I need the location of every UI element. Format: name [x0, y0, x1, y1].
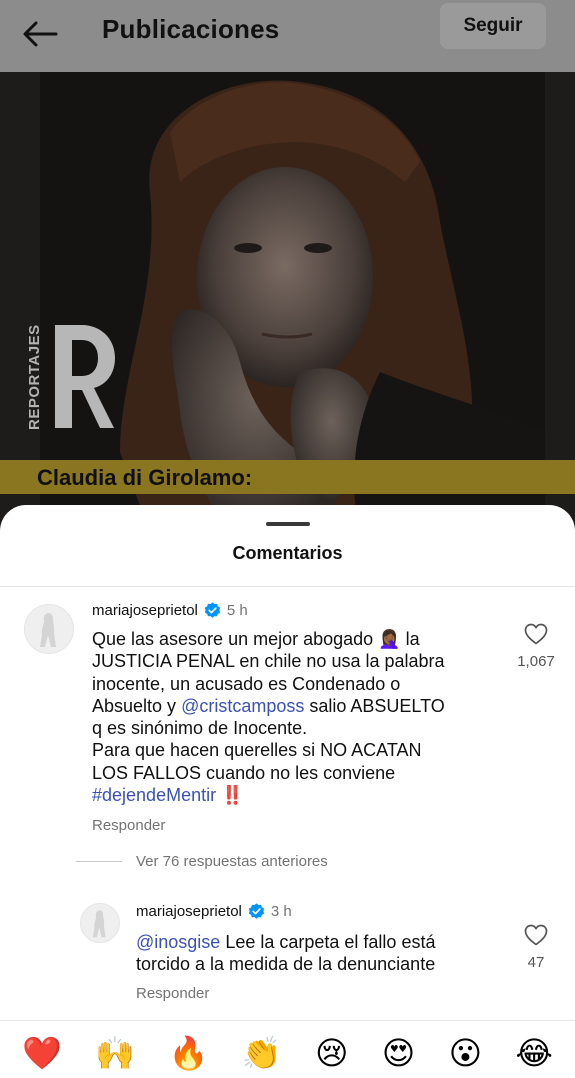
avatar[interactable] [24, 604, 74, 654]
hashtag-link[interactable]: #dejendeMentir [92, 785, 216, 805]
clapping-hands-emoji-icon[interactable]: 👏 [242, 1033, 282, 1073]
verified-badge-icon [204, 602, 221, 618]
raising-hands-emoji-icon[interactable]: 🙌 [95, 1033, 135, 1073]
divider [0, 1020, 575, 1021]
reply-button[interactable]: Responder [136, 985, 209, 1002]
avatar[interactable] [80, 903, 120, 943]
fire-emoji-icon[interactable]: 🔥 [169, 1033, 209, 1073]
comment-time: 5 h [226, 602, 248, 619]
heart-icon[interactable] [524, 623, 548, 645]
crying-face-emoji-icon[interactable]: 😢 [315, 1033, 348, 1073]
top-bar: Publicaciones Seguir [0, 0, 575, 72]
comment-time: 3 h [270, 903, 292, 920]
comment-line: q es sinónimo de Inocente. [92, 718, 308, 739]
comment-text-part: Lee la carpeta el fallo está [220, 932, 436, 952]
laughing-tears-emoji-icon[interactable]: 😂 [516, 1033, 553, 1073]
comment-text-part: Absuelto y [92, 695, 182, 716]
comment-line: Para que hacen querelles si NO ACATAN [92, 740, 422, 761]
divider-line [76, 861, 122, 862]
like-count: 1,067 [517, 653, 555, 670]
comment-line: torcido a la medida de la denunciante [136, 954, 436, 975]
divider [0, 586, 575, 587]
comment-line: inocente, un acusado es Condenado o [92, 673, 401, 694]
drag-handle[interactable] [266, 522, 310, 526]
comment-line: @inosgise Lee la carpeta el fallo está [136, 931, 506, 953]
like-count: 47 [527, 954, 545, 971]
comment-author[interactable]: mariajoseprietol 3 h [136, 903, 292, 920]
emoji-reaction-bar: ❤️ 🙌 🔥 👏 😢 😍 😮 😂 [0, 1033, 575, 1073]
comment-line: JUSTICIA PENAL en chile no usa la palabr… [92, 651, 445, 672]
comment-line: LOS FALLOS cuando no les conviene [92, 762, 396, 783]
view-replies-label: Ver 76 respuestas anteriores [136, 853, 328, 870]
heart-eyes-emoji-icon[interactable]: 😍 [382, 1033, 415, 1073]
view-replies-button[interactable]: Ver 76 respuestas anteriores [76, 853, 328, 870]
username[interactable]: mariajoseprietol [92, 602, 198, 619]
comment-body: @inosgise Lee la carpeta el fallo está t… [136, 931, 506, 976]
reply-button[interactable]: Responder [92, 817, 165, 834]
surprised-face-emoji-icon[interactable]: 😮 [449, 1033, 482, 1073]
comment-line: #dejendeMentir ‼️ [92, 784, 502, 806]
post-caption: Claudia di Girolamo: [37, 465, 253, 490]
comment-body: Que las asesore un mejor abogado 🤦🏾‍♀️ l… [92, 628, 502, 806]
verified-badge-icon [248, 903, 265, 919]
comment-author[interactable]: mariajoseprietol 5 h [92, 602, 248, 619]
comments-title: Comentarios [232, 543, 343, 563]
follow-button[interactable]: Seguir [440, 3, 546, 49]
comment-line: Que las asesore un mejor abogado 🤦🏾‍♀️ l… [92, 629, 420, 649]
post-image[interactable]: REPORTAJES Claudia di Girolamo: [0, 72, 575, 532]
mention-link[interactable]: @inosgise [136, 932, 220, 952]
back-arrow-icon[interactable] [20, 18, 60, 50]
red-heart-emoji-icon[interactable]: ❤️ [22, 1033, 62, 1073]
page-title: Publicaciones [102, 14, 280, 44]
heart-icon[interactable] [524, 924, 548, 946]
brand-vertical-text: REPORTAJES [26, 324, 43, 430]
comment-text-part: salio ABSUELTO [304, 695, 445, 716]
comments-sheet: Comentarios mariajoseprietol 5 h Que las… [0, 505, 575, 1078]
mention-link[interactable]: @cristcamposs [181, 696, 304, 716]
comment-line: Absuelto y @cristcamposs salio ABSUELTO [92, 695, 502, 717]
comment-text-part: ‼️ [216, 785, 244, 806]
username[interactable]: mariajoseprietol [136, 903, 242, 920]
